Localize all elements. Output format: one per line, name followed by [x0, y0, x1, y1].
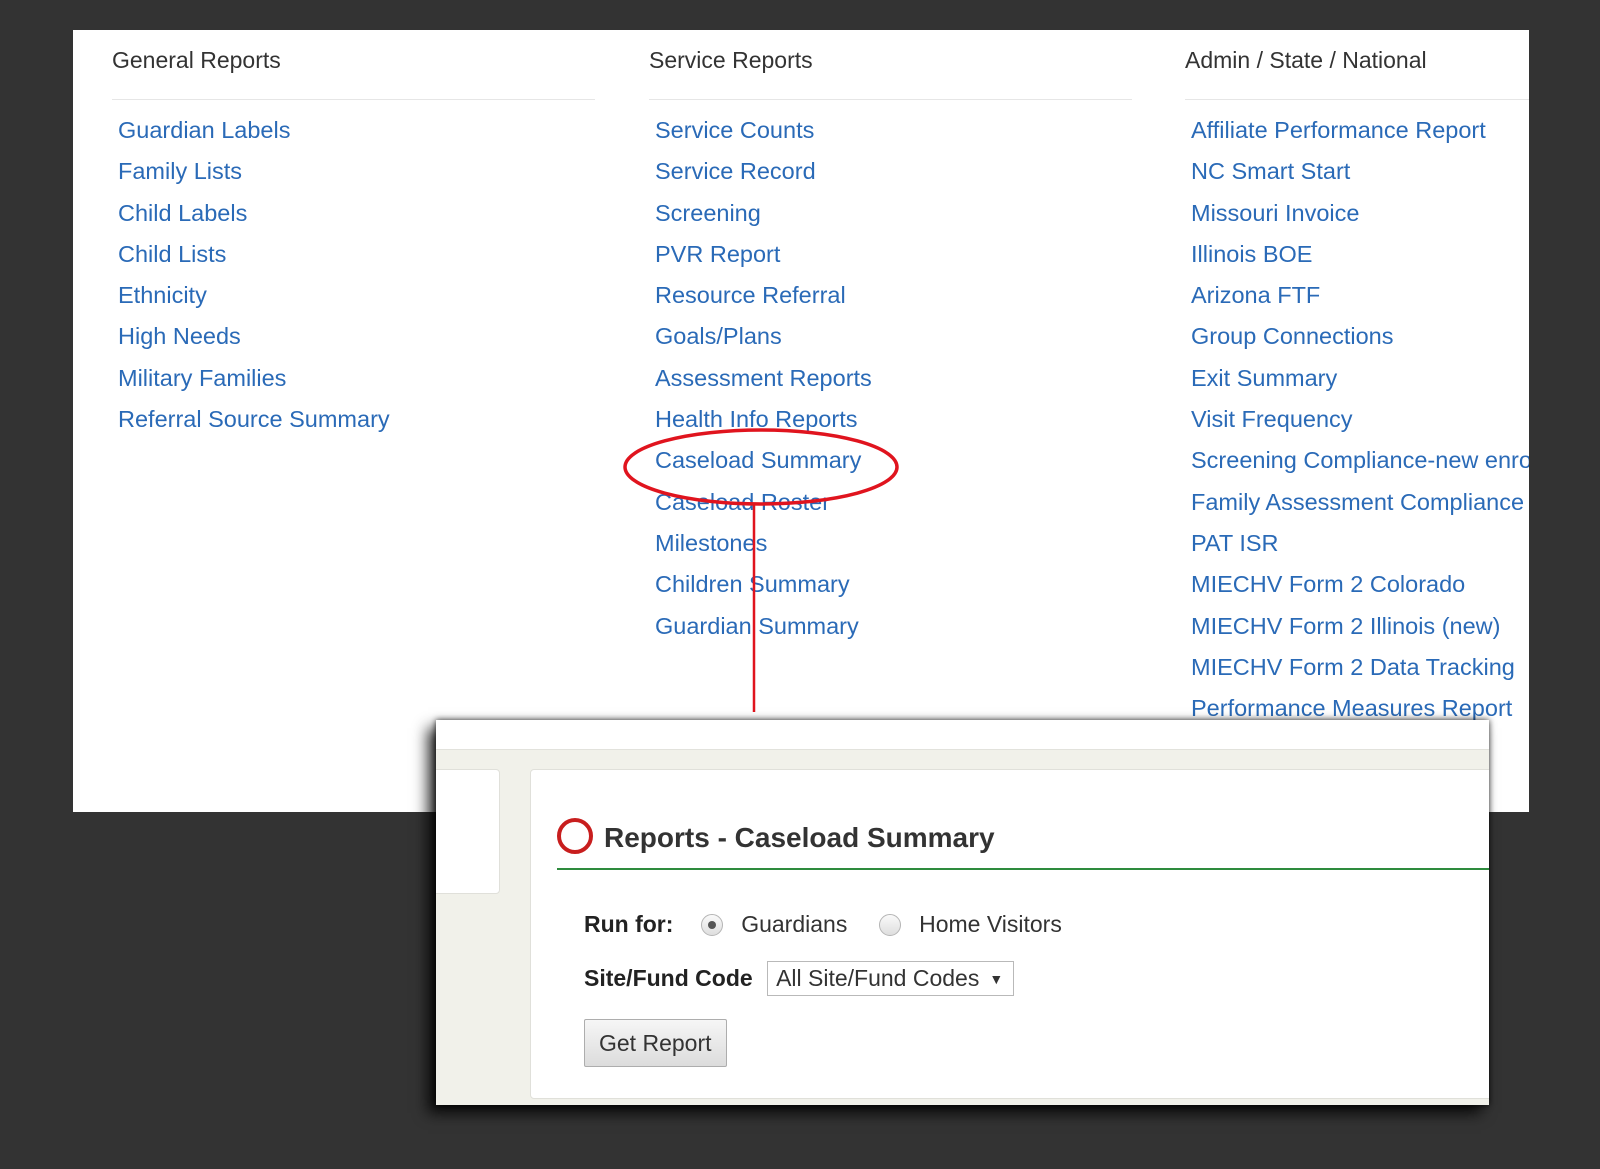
report-link[interactable]: Goals/Plans — [655, 322, 872, 363]
radio-guardians-label[interactable]: Guardians — [741, 911, 847, 938]
report-link[interactable]: Screening — [655, 199, 872, 240]
report-link[interactable]: High Needs — [118, 322, 390, 363]
report-link[interactable]: Exit Summary — [1191, 364, 1529, 405]
report-link[interactable]: Illinois BOE — [1191, 240, 1529, 281]
report-link[interactable]: Assessment Reports — [655, 364, 872, 405]
report-link[interactable]: Affiliate Performance Report — [1191, 116, 1529, 157]
circle-icon — [557, 818, 593, 854]
report-title: Reports - Caseload Summary — [604, 822, 995, 853]
admin-state-national-heading: Admin / State / National — [1185, 47, 1529, 100]
report-link[interactable]: PAT ISR — [1191, 529, 1529, 570]
report-link[interactable]: Child Lists — [118, 240, 390, 281]
report-link[interactable]: Child Labels — [118, 199, 390, 240]
run-for-label: Run for: — [584, 911, 674, 938]
general-reports-heading: General Reports — [112, 47, 595, 100]
run-for-row: Run for: Guardians Home Visitors — [584, 910, 1062, 938]
report-link[interactable]: NC Smart Start — [1191, 157, 1529, 198]
report-link[interactable]: Ethnicity — [118, 281, 390, 322]
report-link[interactable]: Milestones — [655, 529, 872, 570]
report-link[interactable]: Caseload Roster — [655, 488, 872, 529]
site-fund-select-value: All Site/Fund Codes — [776, 965, 980, 991]
report-link[interactable]: Service Counts — [655, 116, 872, 157]
admin-state-national-links: Affiliate Performance Report NC Smart Sta… — [1191, 116, 1529, 735]
service-reports-links: Service Counts Service Record Screening PVR… — [655, 116, 872, 653]
report-link[interactable]: Service Record — [655, 157, 872, 198]
report-link[interactable]: Resource Referral — [655, 281, 872, 322]
radio-home-visitors[interactable] — [878, 913, 901, 936]
general-reports-links: Guardian Labels Family Lists Child Labels C… — [118, 116, 390, 446]
report-link[interactable]: Referral Source Summary — [118, 405, 390, 446]
report-link[interactable]: MIECHV Form 2 Data Tracking — [1191, 653, 1529, 694]
site-fund-select[interactable]: All Site/Fund Codes ▼ — [767, 961, 1015, 996]
sidebar-panel — [436, 769, 500, 894]
report-link[interactable]: PVR Report — [655, 240, 872, 281]
get-report-button[interactable]: Get Report — [584, 1019, 727, 1067]
report-link[interactable]: Guardian Summary — [655, 612, 872, 653]
service-reports-heading: Service Reports — [649, 47, 1132, 100]
report-link[interactable]: Family Lists — [118, 157, 390, 198]
report-title-row: Reports - Caseload Summary — [557, 810, 1489, 870]
site-fund-label: Site/Fund Code — [584, 965, 753, 991]
radio-home-visitors-label[interactable]: Home Visitors — [919, 911, 1062, 938]
report-link[interactable]: Guardian Labels — [118, 116, 390, 157]
report-link[interactable]: Screening Compliance-new enrollees — [1191, 446, 1529, 487]
site-fund-row: Site/Fund Code All Site/Fund Codes ▼ — [584, 961, 1015, 996]
report-link[interactable]: Arizona FTF — [1191, 281, 1529, 322]
report-link[interactable]: Caseload Summary — [655, 446, 872, 487]
report-link[interactable]: Visit Frequency — [1191, 405, 1529, 446]
report-link[interactable]: Children Summary — [655, 570, 872, 611]
dropdown-arrow-icon: ▼ — [989, 971, 1004, 987]
page-top-bar — [436, 720, 1489, 750]
report-page-inset: Reports - Caseload Summary Run for: Guar… — [436, 720, 1489, 1105]
report-link[interactable]: Missouri Invoice — [1191, 199, 1529, 240]
report-link[interactable]: Military Families — [118, 364, 390, 405]
report-card: Reports - Caseload Summary Run for: Guar… — [530, 769, 1489, 1099]
report-link[interactable]: MIECHV Form 2 Illinois (new) — [1191, 612, 1529, 653]
report-link[interactable]: Group Connections — [1191, 322, 1529, 363]
radio-guardians[interactable] — [700, 913, 723, 936]
report-link[interactable]: Health Info Reports — [655, 405, 872, 446]
report-link[interactable]: Family Assessment Compliance — [1191, 488, 1529, 529]
report-link[interactable]: MIECHV Form 2 Colorado — [1191, 570, 1529, 611]
reports-menu-panel: General Reports Guardian Labels Family Li… — [73, 30, 1529, 812]
